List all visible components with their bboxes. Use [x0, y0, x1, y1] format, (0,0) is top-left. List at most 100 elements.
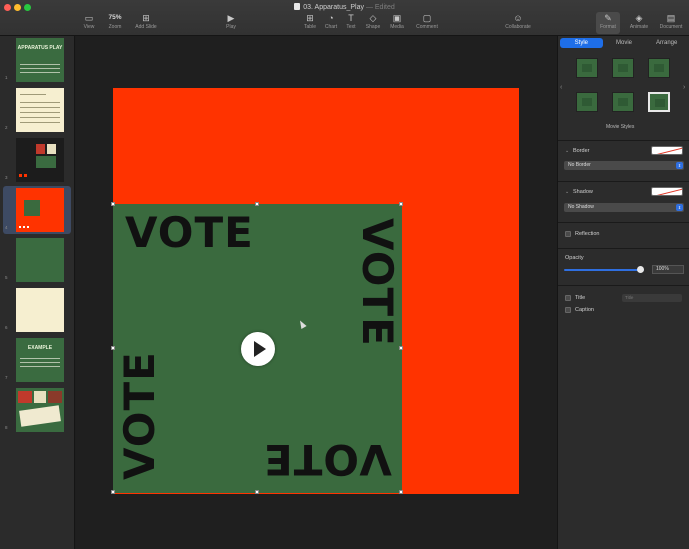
opacity-slider-track[interactable] — [564, 269, 644, 271]
thumbnail-movie — [24, 200, 40, 216]
slide-thumbnail-4[interactable]: 4 — [3, 186, 71, 234]
zoom-button[interactable]: 75% Zoom — [102, 12, 128, 34]
popup-chevron-icon: ⇕ — [676, 204, 683, 211]
tab-movie[interactable]: Movie — [603, 38, 646, 48]
chevron-down-icon[interactable]: ⌄ — [565, 189, 569, 195]
vote-text-top: VOTE — [125, 208, 254, 257]
caption-checkbox[interactable] — [565, 307, 571, 313]
movie-styles-label: Movie Styles — [606, 124, 635, 130]
slide-thumbnail-8[interactable]: 8 — [3, 386, 71, 434]
border-style-value: No Border — [568, 162, 591, 168]
movie-style-swatch[interactable] — [576, 58, 598, 78]
movie-style-swatch[interactable] — [612, 92, 634, 112]
document-button[interactable]: ▤ Document — [656, 12, 686, 34]
thumbnail-image — [36, 144, 45, 154]
vote-text-bottom: VOTE — [263, 435, 392, 484]
table-icon: ⊞ — [306, 13, 314, 23]
resize-handle-bottom[interactable] — [255, 490, 259, 494]
resize-handle-top-right[interactable] — [399, 202, 403, 206]
shadow-style-popup[interactable]: No Shadow ⇕ — [564, 203, 684, 212]
shadow-color-well[interactable] — [651, 187, 683, 196]
view-button[interactable]: ▭ View — [80, 12, 98, 34]
zoom-value: 75% — [108, 14, 122, 21]
comment-button[interactable]: ▢ Comment — [412, 12, 442, 34]
text-button[interactable]: T Text — [344, 12, 358, 34]
tab-arrange[interactable]: Arrange — [645, 38, 688, 48]
movie-object[interactable]: VOTE VOTE VOTE VOTE — [113, 204, 402, 493]
resize-handle-right[interactable] — [399, 346, 403, 350]
document-settings-icon: ▤ — [666, 13, 676, 23]
tab-style[interactable]: Style — [560, 38, 603, 48]
resize-handle-top[interactable] — [255, 202, 259, 206]
title-label: Title — [575, 295, 586, 301]
play-icon: ▶ — [227, 13, 235, 23]
thumbnail-title: APPARATUS PLAY — [17, 45, 63, 51]
divider — [558, 140, 689, 141]
chevron-left-icon[interactable]: ‹ — [560, 84, 562, 91]
divider — [558, 181, 689, 182]
shape-button[interactable]: ◇ Shape — [363, 12, 383, 34]
thumbnail-image — [48, 391, 62, 403]
thumbnail-image — [19, 405, 61, 427]
thumbnail-title: EXAMPLE — [27, 345, 53, 351]
play-button[interactable]: ▶ Play — [222, 12, 240, 34]
opacity-field[interactable]: 100% — [652, 265, 684, 274]
opacity-slider-knob[interactable] — [637, 266, 644, 273]
media-icon: ▣ — [392, 13, 402, 23]
slide-thumbnail-2[interactable]: 2 — [3, 86, 71, 134]
thumbnail-preview — [16, 238, 64, 282]
resize-handle-left[interactable] — [111, 346, 115, 350]
chevron-down-icon[interactable]: ⌄ — [565, 148, 569, 154]
format-inspector: Style Movie Arrange ‹ › Movie Styles ⌄ B… — [557, 36, 689, 549]
document-name: 03. Apparatus_Play — [303, 4, 364, 11]
resize-handle-bottom-right[interactable] — [399, 490, 403, 494]
shadow-style-value: No Shadow — [568, 204, 594, 210]
format-button[interactable]: ✎ Format — [596, 12, 620, 34]
table-button[interactable]: ⊞ Table — [302, 12, 318, 34]
current-slide[interactable]: VOTE VOTE VOTE VOTE — [111, 88, 519, 494]
slide-thumbnail-5[interactable]: 5 — [3, 236, 71, 284]
slide-number: 7 — [5, 375, 8, 380]
thumbnail-dot — [24, 174, 27, 177]
reflection-checkbox[interactable] — [565, 231, 571, 237]
thumbnail-text-line — [20, 107, 60, 108]
chart-button[interactable]: ◔ Chart — [323, 12, 339, 34]
add-slide-button[interactable]: ⊞ Add Slide — [132, 12, 160, 34]
thumbnail-text-line — [20, 358, 60, 359]
border-label: Border — [573, 148, 590, 154]
media-button[interactable]: ▣ Media — [388, 12, 406, 34]
slide-thumbnail-3[interactable]: 3 — [3, 136, 71, 184]
thumbnail-text-line — [20, 366, 60, 367]
chart-icon: ◔ — [328, 13, 334, 23]
title-position-popup[interactable]: Title — [622, 294, 682, 302]
popup-chevron-icon: ⇕ — [676, 162, 683, 169]
border-color-well[interactable] — [651, 146, 683, 155]
chevron-right-icon[interactable]: › — [683, 84, 685, 91]
slide-number: 6 — [5, 325, 8, 330]
resize-handle-bottom-left[interactable] — [111, 490, 115, 494]
movie-play-icon[interactable] — [241, 332, 275, 366]
slide-thumbnail-7[interactable]: EXAMPLE 7 — [3, 336, 71, 384]
thumbnail-text-line — [20, 68, 60, 69]
animate-button[interactable]: ◈ Animate — [626, 12, 652, 34]
slide-number: 3 — [5, 175, 8, 180]
collaborate-button[interactable]: ☺ Collaborate — [500, 12, 536, 34]
slide-thumbnail-1[interactable]: APPARATUS PLAY 1 — [3, 36, 71, 84]
thumbnail-dot — [27, 226, 29, 228]
slide-thumbnail-6[interactable]: 6 — [3, 286, 71, 334]
slide-navigator: APPARATUS PLAY 1 2 3 4 5 6 EXAMPLE 7 8 — [0, 36, 75, 549]
thumbnail-image — [18, 391, 32, 403]
movie-style-swatch[interactable] — [576, 92, 598, 112]
thumbnail-image — [47, 144, 56, 154]
title-checkbox[interactable] — [565, 295, 571, 301]
movie-style-swatch[interactable] — [648, 58, 670, 78]
movie-style-swatch[interactable] — [612, 58, 634, 78]
resize-handle-top-left[interactable] — [111, 202, 115, 206]
format-icon: ✎ — [604, 13, 612, 23]
thumbnail-text-line — [20, 117, 60, 118]
movie-style-swatch-selected[interactable] — [648, 92, 670, 112]
window-title: 03. Apparatus_Play — Edited — [0, 3, 689, 11]
slide-number: 4 — [5, 225, 8, 230]
add-slide-icon: ⊞ — [142, 13, 150, 23]
border-style-popup[interactable]: No Border ⇕ — [564, 161, 684, 170]
